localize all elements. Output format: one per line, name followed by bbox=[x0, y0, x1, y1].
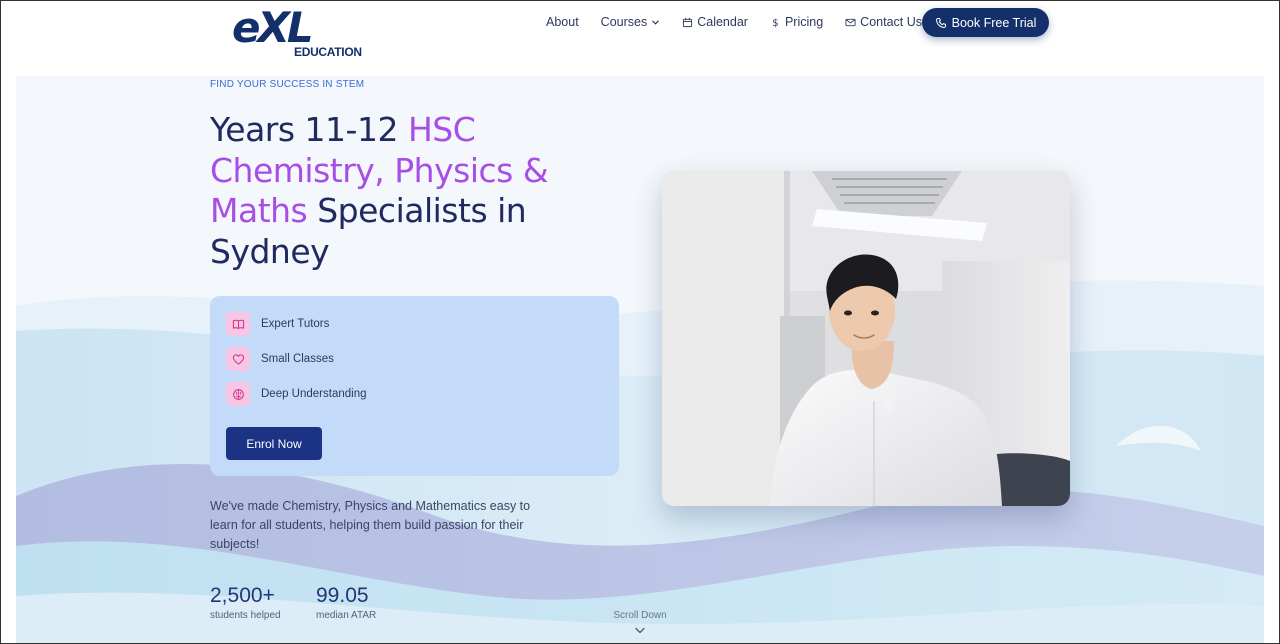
nav-courses[interactable]: Courses bbox=[601, 15, 661, 29]
hero-description: We've made Chemistry, Physics and Mathem… bbox=[210, 499, 531, 551]
hero-eyebrow: FIND YOUR SUCCESS IN STEM bbox=[210, 79, 365, 90]
feature-small-classes: Small Classes bbox=[226, 347, 334, 371]
logo-subtitle: EDUCATION bbox=[294, 45, 362, 59]
hero-headline: Years 11-12 HSC Chemistry, Physics & Mat… bbox=[210, 110, 570, 272]
nav-calendar[interactable]: Calendar bbox=[682, 15, 748, 29]
chevron-down-icon bbox=[652, 20, 660, 25]
stat-label: median ATAR bbox=[316, 610, 377, 621]
tutor-photo-illustration bbox=[662, 171, 1070, 506]
nav-contact[interactable]: Contact Us bbox=[845, 15, 922, 29]
mail-icon bbox=[845, 18, 856, 26]
nav-about-label: About bbox=[546, 15, 579, 29]
logo-mark: eXL bbox=[232, 3, 314, 52]
main-nav: About Courses Calendar $ Pricing Contact… bbox=[546, 14, 944, 30]
feature-label: Expert Tutors bbox=[261, 318, 330, 330]
headline-part1: Years 11-12 bbox=[210, 110, 408, 149]
stat-median-atar: 99.05 median ATAR bbox=[316, 583, 376, 621]
nav-pricing-label: Pricing bbox=[784, 15, 824, 29]
hero-section: FIND YOUR SUCCESS IN STEM Years 11-12 HS… bbox=[16, 76, 1264, 644]
heart-icon bbox=[226, 347, 250, 371]
nav-courses-label: Courses bbox=[600, 15, 648, 29]
scroll-down-label: Scroll Down bbox=[613, 610, 667, 621]
features-panel: Expert Tutors Small Classes Deep Underst… bbox=[210, 296, 619, 476]
tutor-photo bbox=[662, 171, 1070, 506]
svg-text:$: $ bbox=[772, 18, 778, 28]
nav-calendar-label: Calendar bbox=[697, 15, 748, 29]
book-free-trial-button[interactable]: Book Free Trial bbox=[922, 8, 1049, 37]
site-header: eXL EDUCATION About Courses Calendar $ P… bbox=[0, 0, 1280, 76]
nav-pricing[interactable]: $ Pricing bbox=[770, 15, 823, 29]
book-open-icon bbox=[226, 312, 250, 336]
scroll-down-indicator[interactable]: Scroll Down bbox=[612, 610, 668, 635]
feature-expert-tutors: Expert Tutors bbox=[226, 312, 329, 336]
wave-background bbox=[16, 280, 1264, 644]
calendar-icon bbox=[683, 17, 693, 27]
brain-icon bbox=[226, 382, 250, 406]
stat-label: students helped bbox=[210, 610, 281, 621]
dollar-icon: $ bbox=[772, 18, 778, 28]
exl-education-logo[interactable]: eXL EDUCATION bbox=[232, 3, 362, 62]
chevron-down-icon bbox=[635, 627, 645, 634]
feature-label: Deep Understanding bbox=[261, 388, 367, 400]
nav-about[interactable]: About bbox=[546, 15, 579, 29]
nav-contact-label: Contact Us bbox=[860, 15, 923, 29]
feature-label: Small Classes bbox=[261, 353, 334, 365]
phone-icon bbox=[935, 17, 946, 28]
enrol-now-button[interactable]: Enrol Now bbox=[226, 427, 322, 460]
stat-value: 99.05 bbox=[316, 584, 369, 607]
feature-deep-understanding: Deep Understanding bbox=[226, 382, 367, 406]
stat-students-helped: 2,500+ students helped bbox=[210, 583, 281, 621]
stat-value: 2,500+ bbox=[210, 584, 275, 607]
book-free-trial-label: Book Free Trial bbox=[951, 15, 1037, 30]
